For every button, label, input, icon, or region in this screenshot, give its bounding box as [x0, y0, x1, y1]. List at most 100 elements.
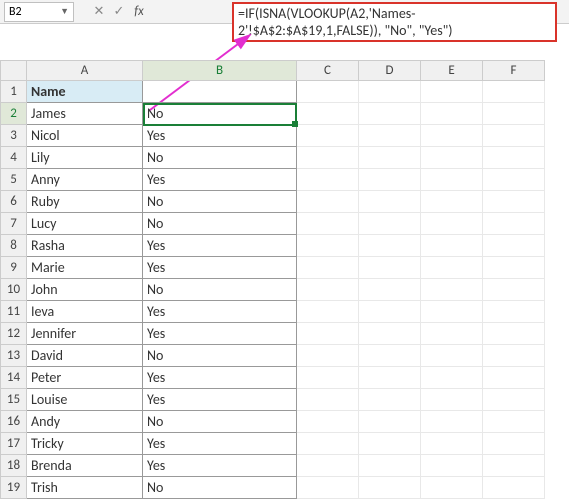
cell-name[interactable]: Nicol	[27, 125, 143, 147]
cell-result[interactable]: Yes	[143, 301, 297, 323]
cell-name[interactable]: Marie	[27, 257, 143, 279]
col-header-F[interactable]: F	[483, 61, 545, 81]
col-header-E[interactable]: E	[421, 61, 483, 81]
row-header[interactable]: 12	[1, 323, 27, 345]
cell[interactable]	[359, 433, 421, 455]
cell-name[interactable]: Brenda	[27, 455, 143, 477]
cell-name[interactable]: Tricky	[27, 433, 143, 455]
row-header[interactable]: 19	[1, 477, 27, 499]
cell[interactable]	[359, 301, 421, 323]
cell[interactable]	[297, 345, 359, 367]
cell[interactable]	[297, 433, 359, 455]
header-name-cell[interactable]: Name	[27, 81, 143, 103]
cell[interactable]	[297, 125, 359, 147]
cell-result[interactable]: No	[143, 191, 297, 213]
row-header[interactable]: 3	[1, 125, 27, 147]
cell[interactable]	[483, 477, 545, 499]
cell[interactable]	[297, 279, 359, 301]
fx-icon[interactable]: fx	[132, 4, 146, 19]
cell[interactable]	[359, 389, 421, 411]
cell[interactable]	[421, 125, 483, 147]
cell[interactable]	[421, 301, 483, 323]
cell[interactable]	[421, 279, 483, 301]
row-header[interactable]: 6	[1, 191, 27, 213]
confirm-icon[interactable]: ✓	[112, 4, 126, 19]
cell-result[interactable]: Yes	[143, 169, 297, 191]
cell[interactable]	[359, 81, 421, 103]
row-header[interactable]: 10	[1, 279, 27, 301]
cell[interactable]	[359, 411, 421, 433]
cell[interactable]	[359, 279, 421, 301]
cell-result[interactable]: Yes	[143, 433, 297, 455]
row-header[interactable]: 16	[1, 411, 27, 433]
formula-bar-input[interactable]: =IF(ISNA(VLOOKUP(A2,'Names-2'!$A$2:$A$19…	[232, 2, 557, 42]
cell[interactable]	[421, 411, 483, 433]
cell-name[interactable]: Rasha	[27, 235, 143, 257]
cell[interactable]	[421, 345, 483, 367]
cell[interactable]	[297, 367, 359, 389]
cell[interactable]	[143, 81, 297, 103]
cell-result[interactable]: Yes	[143, 235, 297, 257]
cell[interactable]	[483, 169, 545, 191]
cell[interactable]	[421, 235, 483, 257]
cell[interactable]	[359, 477, 421, 499]
cell[interactable]	[421, 323, 483, 345]
cell[interactable]	[359, 235, 421, 257]
cell[interactable]	[421, 169, 483, 191]
cell-name[interactable]: John	[27, 279, 143, 301]
col-header-C[interactable]: C	[297, 61, 359, 81]
cell[interactable]	[421, 389, 483, 411]
row-header[interactable]: 1	[1, 81, 27, 103]
cell[interactable]	[297, 169, 359, 191]
cell[interactable]	[483, 81, 545, 103]
cell-name[interactable]: Anny	[27, 169, 143, 191]
cell[interactable]	[483, 433, 545, 455]
cell[interactable]	[421, 455, 483, 477]
cell-result[interactable]: No	[143, 103, 297, 125]
cell[interactable]	[421, 367, 483, 389]
col-header-D[interactable]: D	[359, 61, 421, 81]
cell[interactable]	[483, 389, 545, 411]
cell[interactable]	[359, 367, 421, 389]
row-header[interactable]: 9	[1, 257, 27, 279]
cell[interactable]	[297, 257, 359, 279]
cell[interactable]	[483, 345, 545, 367]
cell[interactable]	[359, 345, 421, 367]
cell[interactable]	[297, 235, 359, 257]
cell-result[interactable]: No	[143, 279, 297, 301]
row-header[interactable]: 18	[1, 455, 27, 477]
cell[interactable]	[297, 103, 359, 125]
cell[interactable]	[297, 455, 359, 477]
cell[interactable]	[483, 125, 545, 147]
cell-result[interactable]: Yes	[143, 323, 297, 345]
cell-result[interactable]: Yes	[143, 257, 297, 279]
cell[interactable]	[297, 147, 359, 169]
cell[interactable]	[359, 169, 421, 191]
row-header[interactable]: 7	[1, 213, 27, 235]
row-header[interactable]: 15	[1, 389, 27, 411]
cell[interactable]	[483, 279, 545, 301]
cell[interactable]	[359, 455, 421, 477]
cell[interactable]	[359, 257, 421, 279]
cell[interactable]	[483, 323, 545, 345]
cell[interactable]	[297, 301, 359, 323]
cell[interactable]	[483, 367, 545, 389]
cell-result[interactable]: Yes	[143, 389, 297, 411]
cell[interactable]	[483, 147, 545, 169]
cell[interactable]	[483, 257, 545, 279]
select-all-corner[interactable]	[1, 61, 27, 81]
cell-name[interactable]: Ruby	[27, 191, 143, 213]
cell-name[interactable]: Lucy	[27, 213, 143, 235]
cell[interactable]	[421, 257, 483, 279]
cancel-icon[interactable]: ✕	[92, 4, 106, 19]
cell[interactable]	[359, 125, 421, 147]
cell-result[interactable]: Yes	[143, 455, 297, 477]
cell[interactable]	[483, 191, 545, 213]
cell[interactable]	[421, 147, 483, 169]
cell-name[interactable]: Louise	[27, 389, 143, 411]
cell-result[interactable]: Yes	[143, 367, 297, 389]
cell[interactable]	[421, 81, 483, 103]
cell[interactable]	[359, 103, 421, 125]
chevron-down-icon[interactable]: ▼	[60, 6, 69, 17]
cell[interactable]	[297, 477, 359, 499]
